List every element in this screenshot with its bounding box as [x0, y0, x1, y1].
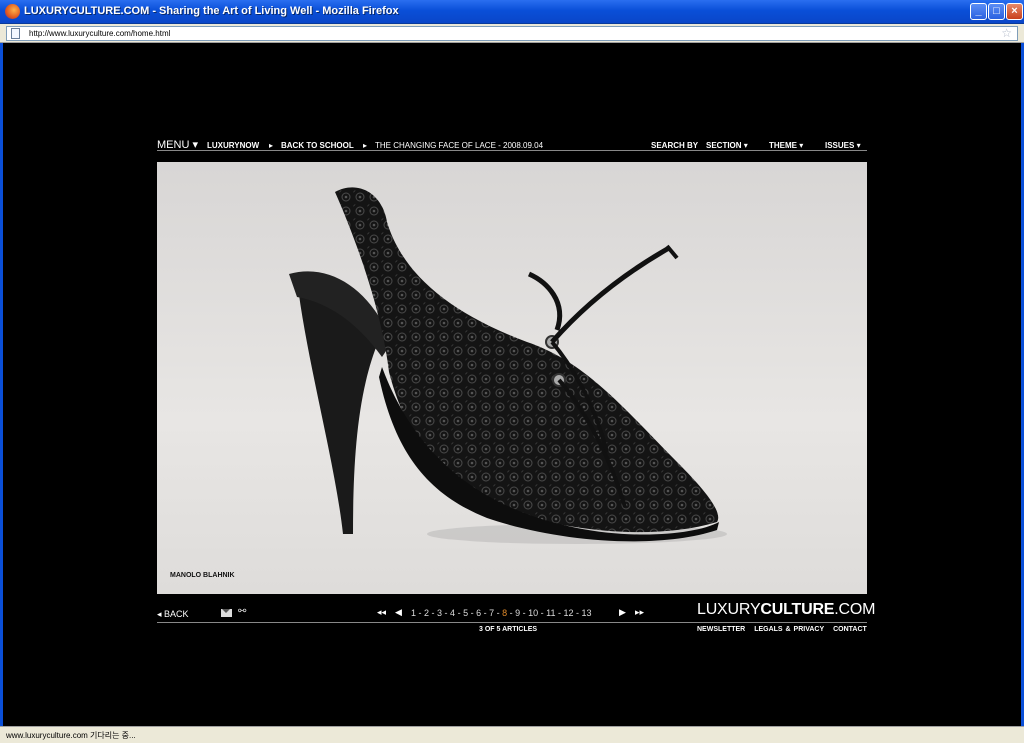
bookmark-star-icon[interactable]: ☆ — [1001, 26, 1012, 40]
last-page-icon[interactable]: ▸▸ — [635, 607, 644, 618]
page-list: 1 - 2 - 3 - 4 - 5 - 6 - 7 - 8 - 9 - 10 -… — [411, 608, 592, 618]
status-bar: www.luxuryculture.com 기다리는 중... — [0, 726, 1024, 743]
bottom-navigation: ◂ BACK ⚯ ◂◂ ◀ 1 - 2 - 3 - 4 - 5 - 6 - 7 … — [157, 601, 875, 646]
current-page[interactable]: 8 — [502, 608, 507, 618]
breadcrumb-arrow-icon: ▸ — [269, 141, 274, 150]
close-button[interactable]: × — [1006, 3, 1023, 20]
page-link[interactable]: 5 — [463, 608, 468, 618]
newsletter-link[interactable]: NEWSLETTER — [697, 626, 745, 633]
feature-photo: MANOLO BLAHNIK — [157, 162, 867, 594]
window-title: LUXURYCULTURE.COM - Sharing the Art of L… — [24, 5, 399, 17]
nav-back-to-school[interactable]: BACK TO SCHOOL — [281, 141, 354, 150]
search-by-label: SEARCH BY — [651, 141, 699, 150]
page-icon — [11, 28, 20, 39]
page-link[interactable]: 12 — [564, 608, 574, 618]
nav-article-title: THE CHANGING FACE OF LACE - 2008.09.04 — [375, 141, 544, 150]
maximize-button[interactable]: □ — [988, 3, 1005, 20]
page-link[interactable]: 9 — [515, 608, 520, 618]
page-link[interactable]: 10 — [528, 608, 538, 618]
url-text: http://www.luxuryculture.com/home.html — [29, 29, 171, 38]
breadcrumb-arrow-icon: ▸ — [363, 141, 368, 150]
page-link[interactable]: 4 — [450, 608, 455, 618]
window-frame-left — [0, 43, 3, 726]
theme-dropdown[interactable]: THEME ▾ — [769, 141, 803, 150]
article-count: 3 OF 5 ARTICLES — [479, 626, 538, 633]
permalink-icon[interactable]: ⚯ — [238, 606, 246, 617]
window-titlebar: LUXURYCULTURE.COM - Sharing the Art of L… — [0, 0, 1024, 24]
top-divider — [157, 150, 867, 151]
bottom-divider — [157, 622, 867, 623]
page-link[interactable]: 1 — [411, 608, 416, 618]
prev-page-icon[interactable]: ◀ — [395, 607, 402, 618]
page-link[interactable]: 13 — [582, 608, 592, 618]
back-link[interactable]: ◂ BACK — [157, 609, 189, 620]
page-link[interactable]: 3 — [437, 608, 442, 618]
page-link[interactable]: 7 — [489, 608, 494, 618]
photo-caption: MANOLO BLAHNIK — [170, 572, 235, 579]
site-logo[interactable]: LUXURYCULTURE.COM — [697, 601, 875, 619]
status-text: www.luxuryculture.com 기다리는 중... — [6, 731, 136, 740]
logo-light: LUXURY — [697, 601, 761, 618]
lace-heel-shoe-image — [289, 187, 727, 544]
next-page-icon[interactable]: ▶ — [619, 607, 626, 618]
contact-link[interactable]: CONTACT — [833, 626, 867, 633]
issues-dropdown[interactable]: ISSUES ▾ — [825, 141, 861, 150]
minimize-button[interactable]: _ — [970, 3, 987, 20]
footer-links: NEWSLETTER LEGALS & PRIVACY CONTACT — [697, 626, 873, 633]
logo-bold: CULTURE — [760, 601, 835, 618]
legals-link[interactable]: LEGALS & PRIVACY — [754, 626, 824, 633]
nav-luxurynow[interactable]: LUXURYNOW — [207, 141, 259, 150]
page-link[interactable]: 11 — [546, 608, 555, 618]
firefox-icon — [5, 4, 20, 19]
first-page-icon[interactable]: ◂◂ — [377, 607, 386, 618]
page-link[interactable]: 6 — [476, 608, 481, 618]
section-dropdown[interactable]: SECTION ▾ — [706, 141, 748, 150]
url-field[interactable]: http://www.luxuryculture.com/home.html ☆ — [6, 26, 1018, 41]
email-icon[interactable] — [221, 609, 232, 617]
page-link[interactable]: 2 — [424, 608, 429, 618]
address-bar: http://www.luxuryculture.com/home.html ☆ — [0, 24, 1024, 43]
logo-tail: .COM — [834, 601, 876, 618]
